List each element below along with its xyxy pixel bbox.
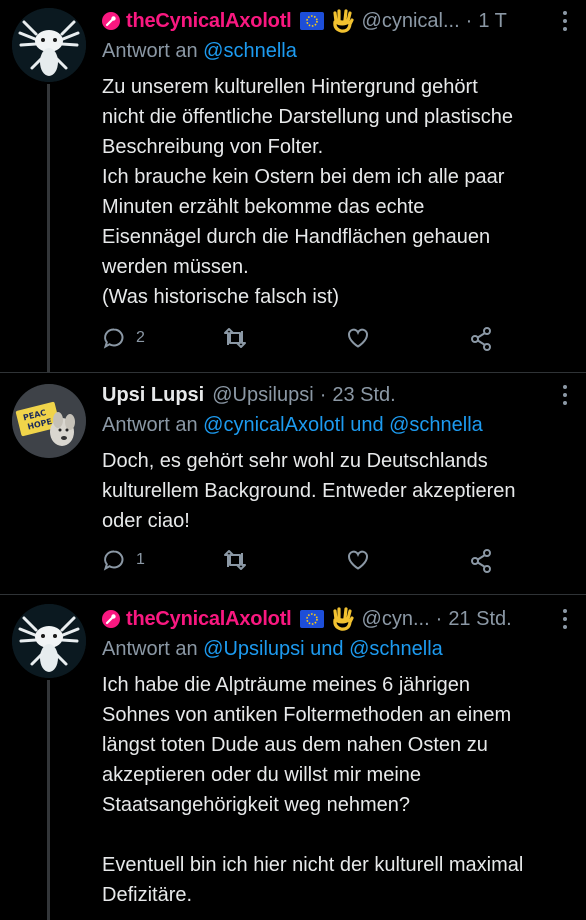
like-icon [348,328,368,348]
tweet-header: theCynicalAxolotl @cynical... · 1 T [102,8,566,34]
more-icon[interactable] [562,608,568,630]
more-icon[interactable] [562,384,568,406]
reply-mention[interactable]: @schnella [203,40,297,62]
eu-flag-icon [299,610,324,628]
thread-connector-line [47,84,50,372]
like-button[interactable] [346,326,370,350]
timestamp[interactable]: 1 T [478,10,507,33]
tweet-actions: 2 [102,326,502,354]
avatar-axolotl[interactable] [12,8,86,82]
vulcan-salute-icon [332,607,354,631]
retweet-icon [224,550,246,570]
reply-context: Antwort an @cynicalAxolotl und @schnella [102,414,568,437]
timestamp[interactable]: 23 Std. [332,384,395,407]
reply-icon [103,328,124,349]
pin-icon [102,610,120,628]
retweet-icon [224,328,246,348]
tweet-1[interactable]: theCynicalAxolotl @cynical... · 1 T Antw… [0,0,586,372]
axolotl-avatar-image [12,8,86,82]
pin-icon [102,12,120,30]
tweet-2[interactable]: PEAC HOPE Upsi Lupsi @Upsilupsi · 23 Std… [0,372,586,594]
retweet-button[interactable] [222,548,248,572]
reply-mention[interactable]: @Upsilupsi und @schnella [203,638,443,660]
tweet-text: Doch, es gehört sehr wohl zu Deutschland… [102,450,516,532]
reply-prefix: Antwort an [102,414,198,436]
display-name[interactable]: theCynicalAxolotl [126,10,292,33]
share-button[interactable] [468,548,494,574]
retweet-button[interactable] [222,326,248,350]
tweet-3[interactable]: theCynicalAxolotl @cyn... · 21 Std. Antw… [0,594,586,920]
like-icon [348,550,368,570]
reply-mention[interactable]: @cynicalAxolotl und @schnella [203,414,483,436]
display-name[interactable]: theCynicalAxolotl [126,608,292,631]
share-button[interactable] [468,326,494,352]
reply-prefix: Antwort an [102,40,198,62]
tweet-text: Zu unserem kulturellen Hintergrund gehör… [102,76,513,308]
handle[interactable]: @cyn... [362,608,430,631]
reply-prefix: Antwort an [102,638,198,660]
reply-count: 1 [136,551,145,568]
eu-flag-icon [299,12,324,30]
like-button[interactable] [346,548,370,572]
vulcan-salute-icon [332,9,354,33]
handle[interactable]: @Upsilupsi [212,384,313,407]
more-icon[interactable] [562,10,568,32]
reply-button[interactable]: 2 [102,326,145,350]
share-icon [471,549,491,573]
share-icon [471,327,491,351]
reply-context: Antwort an @Upsilupsi und @schnella [102,638,568,661]
reply-count: 2 [136,329,145,346]
avatar-upsilupsi[interactable]: PEAC HOPE [12,384,86,458]
thread-connector-line [47,680,50,920]
dog-avatar-image: PEAC HOPE [12,384,86,458]
axolotl-avatar-image [12,604,86,678]
tweet-header: theCynicalAxolotl @cyn... · 21 Std. [102,606,566,632]
reply-icon [103,550,124,571]
display-name[interactable]: Upsi Lupsi [102,384,204,407]
avatar-axolotl[interactable] [12,604,86,678]
tweet-text: Ich habe die Alpträume meines 6 jährigen… [102,674,524,906]
tweet-actions: 1 [102,548,502,576]
reply-button[interactable]: 1 [102,548,145,572]
tweet-header: Upsi Lupsi @Upsilupsi · 23 Std. [102,383,396,407]
timestamp[interactable]: 21 Std. [448,608,511,631]
handle[interactable]: @cynical... [362,10,460,33]
reply-context: Antwort an @schnella [102,40,568,63]
